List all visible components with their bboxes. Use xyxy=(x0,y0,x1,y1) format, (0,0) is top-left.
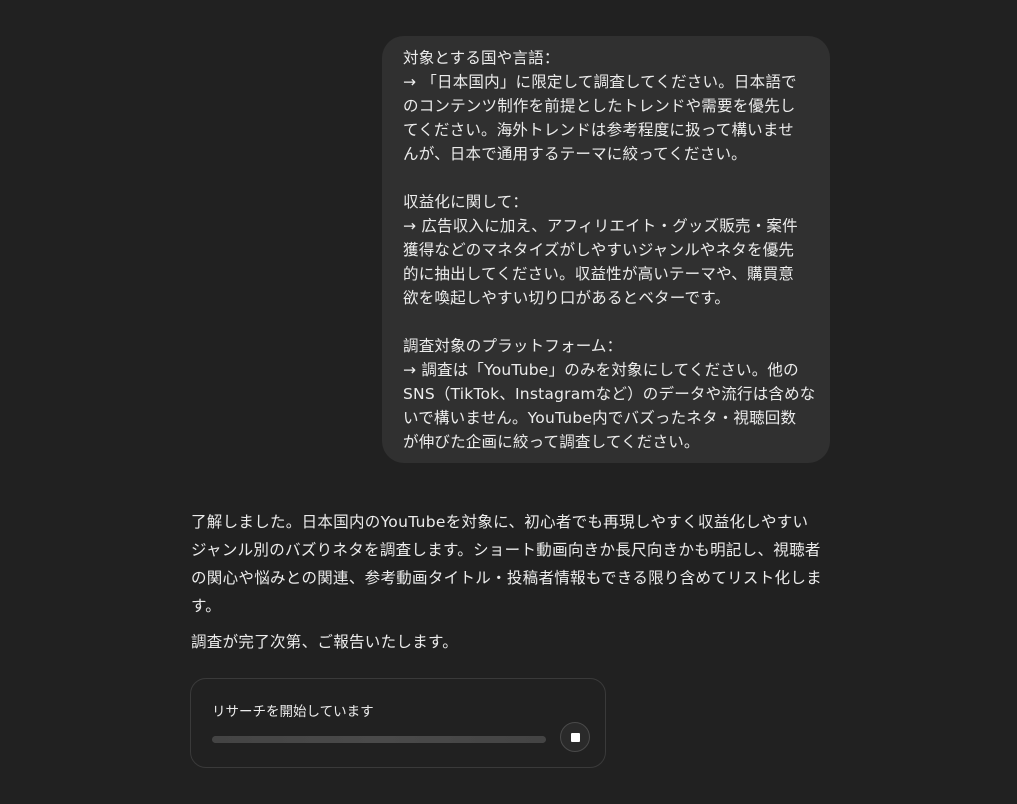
stop-icon xyxy=(570,732,580,742)
user-message-blank-line xyxy=(403,310,812,334)
user-message-line: SNS（TikTok、Instagramなど）のデータや流行は含めな xyxy=(403,385,816,403)
research-status-label: リサーチを開始しています xyxy=(212,704,374,720)
user-message-line: → 広告収入に加え、アフィリエイト・グッズ販売・案件 xyxy=(403,217,798,235)
research-progress-card: リサーチを開始しています xyxy=(190,678,606,768)
user-message-line: 欲を喚起しやすい切り口があるとベターです。 xyxy=(403,289,731,307)
assistant-paragraph: 了解しました。日本国内のYouTubeを対象に、初心者でも再現しやすく収益化しや… xyxy=(191,508,841,620)
user-message-line: 的に抽出してください。収益性が高いテーマや、購買意 xyxy=(403,265,795,283)
user-message-line: のコンテンツ制作を前提としたトレンドや需要を優先し xyxy=(403,97,796,115)
chat-page: 対象とする国や言語： → 「日本国内」に限定して調査してください。日本語で のコ… xyxy=(0,0,1017,804)
assistant-line: す。 xyxy=(191,597,222,615)
stop-research-button[interactable] xyxy=(560,722,590,752)
research-progress-fill xyxy=(212,736,546,743)
user-message-line: 対象とする国や言語： xyxy=(403,49,560,67)
user-message-line: → 「日本国内」に限定して調査してください。日本語で xyxy=(403,73,797,91)
user-message-line: んが、日本で通用するテーマに絞ってください。 xyxy=(403,145,747,163)
user-message-line: てください。海外トレンドは参考程度に扱って構いませ xyxy=(403,121,794,139)
user-message-blank-line xyxy=(403,166,812,190)
user-message-line: が伸びた企画に絞って調査してください。 xyxy=(403,433,700,451)
assistant-line: の関心や悩みとの関連、参考動画タイトル・投稿者情報もできる限り含めてリスト化しま xyxy=(191,569,822,587)
user-message-bubble: 対象とする国や言語： → 「日本国内」に限定して調査してください。日本語で のコ… xyxy=(382,36,830,463)
assistant-line: 了解しました。日本国内のYouTubeを対象に、初心者でも再現しやすく収益化しや… xyxy=(191,513,809,531)
assistant-line: ジャンル別のバズりネタを調査します。ショート動画向きか長尺向きかも明記し、視聴者 xyxy=(191,541,821,559)
user-message-line: いで構いません。YouTube内でバズったネタ・視聴回数 xyxy=(403,409,797,427)
user-message-line: 獲得などのマネタイズがしやすいジャンルやネタを優先 xyxy=(403,241,795,259)
user-message-line: 収益化に関して： xyxy=(403,193,529,211)
user-message-line: → 調査は「YouTube」のみを対象にしてください。他の xyxy=(403,361,799,379)
user-message-line: 調査対象のプラットフォーム： xyxy=(403,337,623,355)
research-progress-bar xyxy=(212,736,546,743)
assistant-followup-text: 調査が完了次第、ご報告いたします。 xyxy=(191,633,459,651)
assistant-message: 了解しました。日本国内のYouTubeを対象に、初心者でも再現しやすく収益化しや… xyxy=(191,508,841,656)
